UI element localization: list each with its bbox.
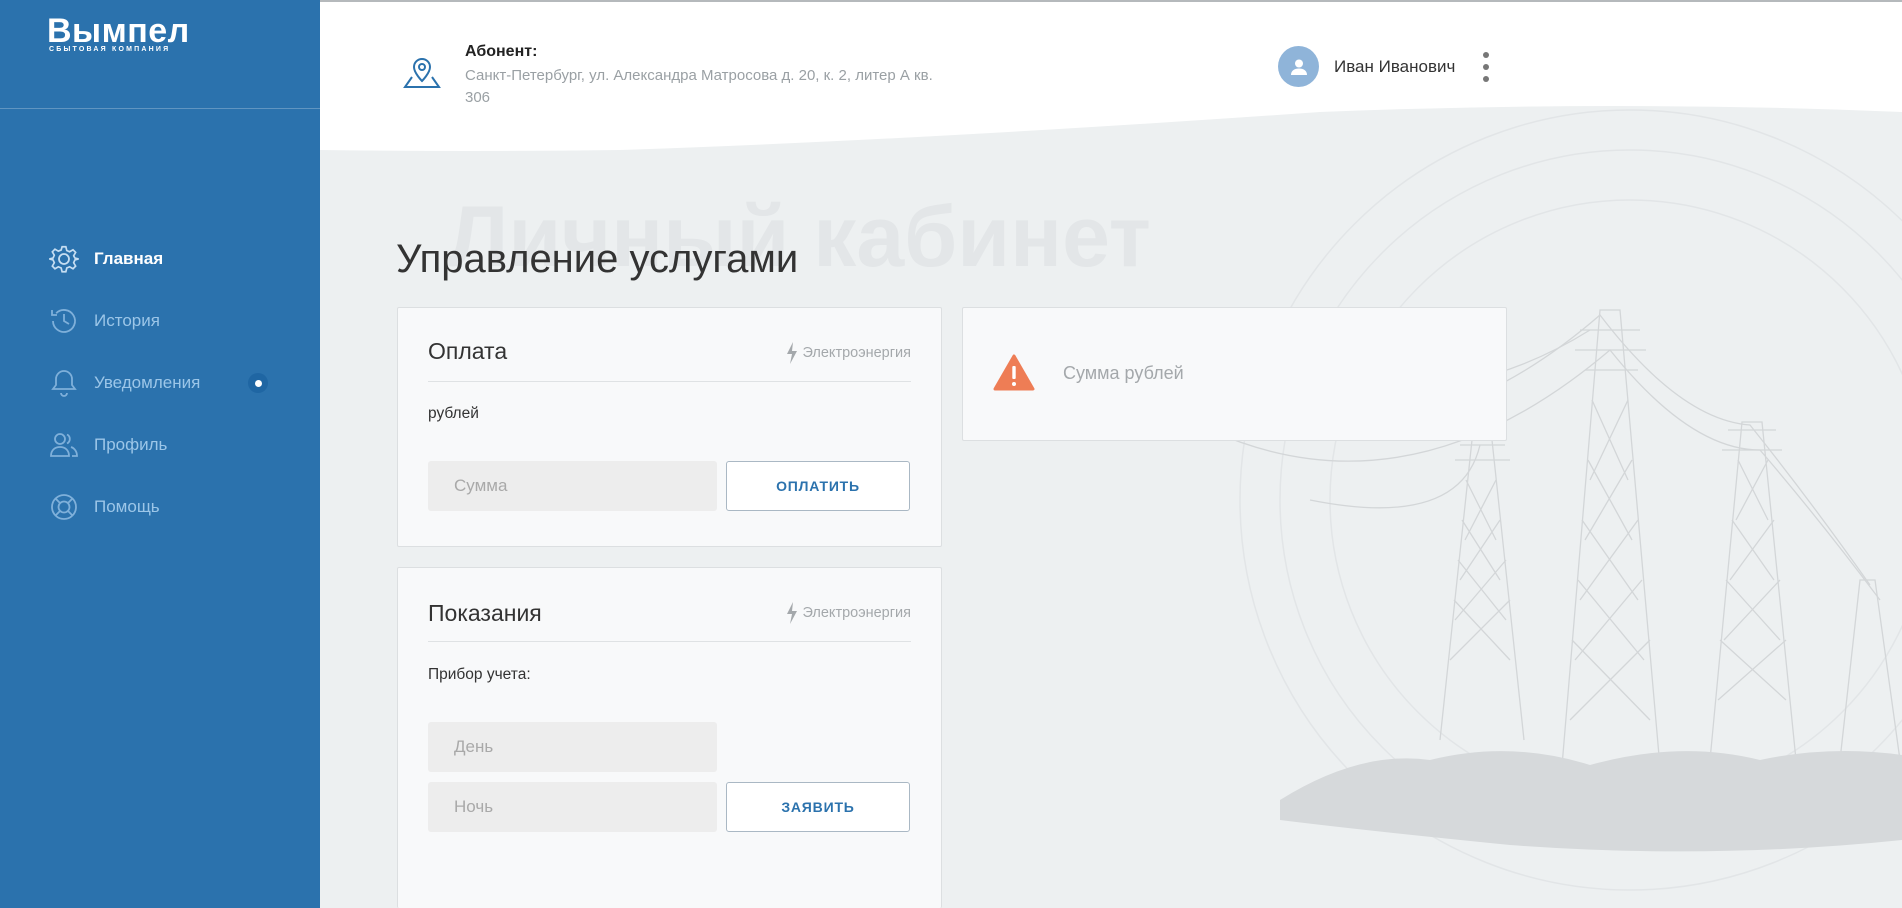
pay-button[interactable]: ОПЛАТИТЬ <box>726 461 910 511</box>
payment-amount-text: рублей <box>428 405 479 422</box>
history-icon <box>48 305 80 337</box>
lifebuoy-icon <box>48 491 80 523</box>
menu-dot <box>1483 64 1489 70</box>
payment-card-divider <box>428 381 911 382</box>
avatar[interactable] <box>1278 46 1319 87</box>
electricity-tag: Электроэнергия <box>786 342 911 364</box>
payment-card: Оплата Электроэнергия рублей ОПЛАТИТЬ <box>397 307 942 547</box>
sidebar-item-home[interactable]: Главная <box>0 228 320 290</box>
user-icon <box>1290 59 1307 75</box>
sidebar-item-help[interactable]: Помощь <box>0 476 320 538</box>
users-icon <box>48 429 80 461</box>
sidebar-item-label: Уведомления <box>94 373 201 392</box>
menu-dot <box>1483 52 1489 58</box>
menu-dot <box>1483 76 1489 82</box>
subscriber-title: Абонент: <box>465 43 538 60</box>
notification-badge <box>248 373 268 393</box>
electricity-tag-label: Электроэнергия <box>802 345 911 361</box>
sidebar-divider <box>0 108 320 109</box>
more-menu-icon[interactable] <box>1476 52 1496 82</box>
sidebar: Вымпел СБЫТОВАЯ КОМПАНИЯ Главная История… <box>0 0 320 908</box>
readings-card: Показания Электроэнергия Прибор учета: З… <box>397 567 942 908</box>
sidebar-item-profile[interactable]: Профиль <box>0 414 320 476</box>
electricity-tag-label: Электроэнергия <box>802 605 911 621</box>
readings-card-title: Показания <box>428 600 542 626</box>
subscriber-address: Санкт-Петербург, ул. Александра Матросов… <box>465 67 933 106</box>
sidebar-item-label: Помощь <box>94 497 160 516</box>
payment-card-title: Оплата <box>428 338 508 364</box>
submit-readings-button[interactable]: ЗАЯВИТЬ <box>726 782 910 832</box>
page-title: Управление услугами <box>396 237 799 281</box>
sidebar-item-label: Главная <box>94 249 164 268</box>
location-pin-icon <box>402 55 442 96</box>
logo-main-text: Вымпел <box>47 12 190 50</box>
user-name[interactable]: Иван Иванович <box>1334 57 1455 77</box>
gear-icon <box>48 243 80 275</box>
logo-sub-text: СБЫТОВАЯ КОМПАНИЯ <box>49 46 171 53</box>
payment-sum-input[interactable] <box>428 461 717 511</box>
meter-label: Прибор учета: <box>428 666 531 683</box>
company-logo[interactable]: Вымпел СБЫТОВАЯ КОМПАНИЯ <box>47 14 190 53</box>
power-lines-illustration <box>1210 109 1902 891</box>
readings-card-divider <box>428 641 911 642</box>
sidebar-item-history[interactable]: История <box>0 290 320 352</box>
top-border <box>320 0 1902 2</box>
sidebar-nav: Главная История Уведомления Профиль Помо… <box>0 228 320 538</box>
lightning-icon <box>787 602 798 624</box>
sidebar-item-label: История <box>94 311 160 330</box>
warning-icon <box>993 354 1035 397</box>
lightning-icon <box>787 342 798 364</box>
sidebar-item-label: Профиль <box>94 435 168 454</box>
day-reading-input[interactable] <box>428 722 717 772</box>
sidebar-item-notifications[interactable]: Уведомления <box>0 352 320 414</box>
electricity-tag: Электроэнергия <box>786 602 911 624</box>
night-reading-input[interactable] <box>428 782 717 832</box>
alert-text: Сумма рублей <box>1063 363 1184 383</box>
alert-card: Сумма рублей <box>962 307 1507 441</box>
bell-icon <box>48 367 80 399</box>
